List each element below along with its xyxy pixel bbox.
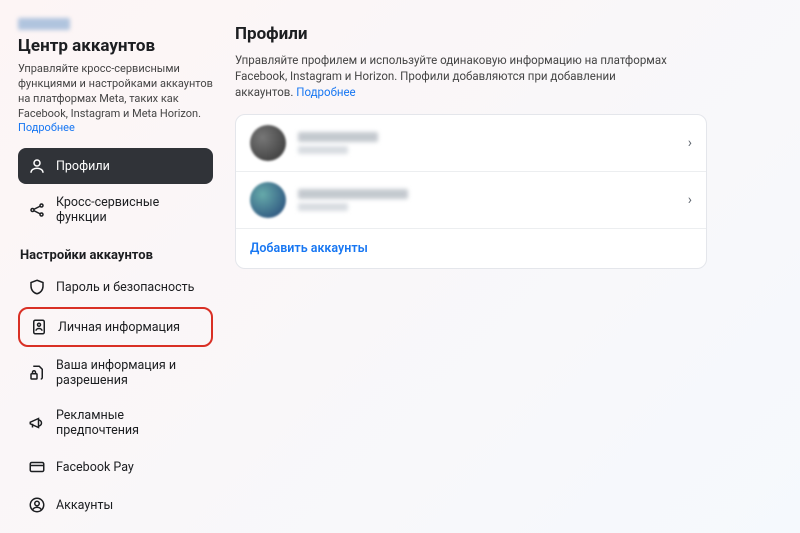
id-card-icon <box>30 318 48 336</box>
sidebar-section-label: Настройки аккаунтов <box>20 248 213 263</box>
user-circle-icon <box>28 496 46 514</box>
share-nodes-icon <box>28 201 46 219</box>
nav-label: Аккаунты <box>56 498 113 513</box>
nav-label: Рекламные предпочтения <box>56 408 203 438</box>
profile-name-redacted <box>298 132 378 142</box>
avatar <box>250 125 286 161</box>
nav-label: Пароль и безопасность <box>56 280 194 295</box>
chevron-right-icon: › <box>688 192 692 208</box>
avatar <box>250 182 286 218</box>
nav-personal-info[interactable]: Личная информация <box>18 307 213 347</box>
add-accounts-button[interactable]: Добавить аккаунты <box>236 229 706 268</box>
sidebar-learn-more-link[interactable]: Подробнее <box>18 121 75 134</box>
brand-logo <box>18 18 70 30</box>
nav-accounts[interactable]: Аккаунты <box>18 487 213 523</box>
profile-text <box>298 189 676 211</box>
document-lock-icon <box>28 364 46 382</box>
nav-label: Facebook Pay <box>56 460 134 475</box>
nav-facebook-pay[interactable]: Facebook Pay <box>18 449 213 485</box>
profile-row[interactable]: › <box>236 172 706 229</box>
nav-profiles[interactable]: Профили <box>18 148 213 184</box>
main-learn-more-link[interactable]: Подробнее <box>296 85 355 99</box>
chevron-right-icon: › <box>688 135 692 151</box>
nav-label: Личная информация <box>58 320 180 335</box>
profile-row[interactable]: › <box>236 115 706 172</box>
sidebar-title: Центр аккаунтов <box>18 36 213 56</box>
megaphone-icon <box>28 414 46 432</box>
nav-label: Ваша информация и разрешения <box>56 358 203 388</box>
person-icon <box>28 157 46 175</box>
nav-label: Профили <box>56 159 110 174</box>
shield-icon <box>28 278 46 296</box>
profile-sub-redacted <box>298 203 348 211</box>
profile-name-redacted <box>298 189 408 199</box>
profiles-card: › › Добавить аккаунты <box>235 114 707 269</box>
profile-text <box>298 132 676 154</box>
credit-card-icon <box>28 458 46 476</box>
nav-your-info-permissions[interactable]: Ваша информация и разрешения <box>18 349 213 397</box>
page-title: Профили <box>235 24 776 44</box>
sidebar: Центр аккаунтов Управляйте кросс-сервисн… <box>0 0 225 533</box>
nav-cross-services[interactable]: Кросс-сервисные функции <box>18 186 213 234</box>
nav-password-security[interactable]: Пароль и безопасность <box>18 269 213 305</box>
page-description: Управляйте профилем и используйте одинак… <box>235 52 675 100</box>
sidebar-description-text: Управляйте кросс-сервисными функциями и … <box>18 62 213 120</box>
nav-label: Кросс-сервисные функции <box>56 195 203 225</box>
main-content: Профили Управляйте профилем и используйт… <box>225 0 800 533</box>
profile-sub-redacted <box>298 146 348 154</box>
nav-ad-preferences[interactable]: Рекламные предпочтения <box>18 399 213 447</box>
sidebar-description: Управляйте кросс-сервисными функциями и … <box>18 62 213 136</box>
